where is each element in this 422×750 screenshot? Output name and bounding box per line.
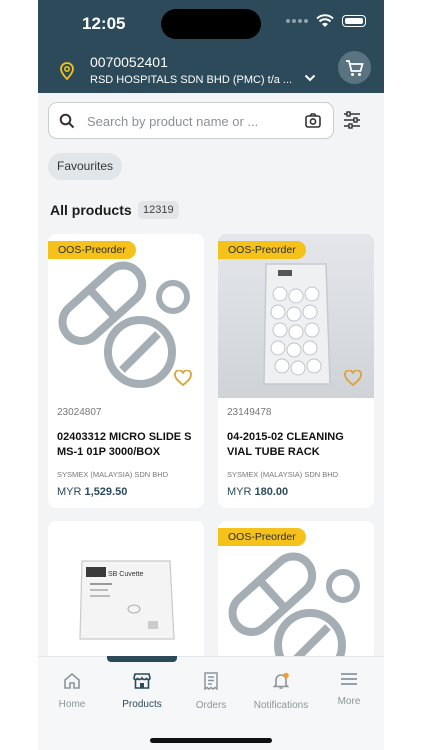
price-currency: MYR — [57, 486, 82, 498]
product-card[interactable]: SB Cuvette — [48, 521, 204, 661]
status-icons — [286, 14, 366, 28]
product-card[interactable]: OOS-Preorder 23024807 02403312 MICRO SLI… — [48, 234, 204, 508]
tab-label: Orders — [195, 700, 227, 711]
product-name[interactable]: 04-2015-02 CLEANING VIAL TUBE RACK — [227, 430, 369, 460]
account-name[interactable]: RSD HOSPITALS SDN BHD (PMC) t/a ... — [90, 74, 292, 86]
product-vendor: SYSMEX (MALAYSIA) SDN BHD — [57, 470, 169, 479]
tab-home[interactable]: Home — [42, 672, 102, 710]
tab-products[interactable]: Products — [112, 672, 172, 710]
cart-button[interactable] — [338, 51, 371, 84]
app-screen: 12:05 0070052401 RSD HOSPITALS SDN BHD (… — [38, 0, 384, 750]
storefront-icon — [133, 673, 151, 689]
box-label: SB Cuvette — [108, 571, 144, 578]
product-card[interactable]: OOS-Preorder — [218, 521, 374, 661]
favourite-heart-icon[interactable] — [174, 370, 192, 386]
product-sku: 23024807 — [57, 407, 102, 418]
product-card[interactable]: OOS-Preorder 23149478 04-2015-02 CLEANIN… — [218, 234, 374, 508]
tab-label: Products — [122, 699, 162, 710]
camera-icon[interactable] — [305, 113, 321, 128]
chevron-down-icon[interactable] — [304, 74, 316, 82]
filter-icon[interactable] — [343, 111, 361, 129]
product-price: MYR 1,529.50 — [57, 486, 127, 498]
product-sku: 23149478 — [227, 407, 272, 418]
tab-label: Home — [58, 699, 86, 710]
search-bar[interactable]: Search by product name or ... — [48, 102, 334, 139]
price-amount: 1,529.50 — [84, 486, 128, 498]
home-icon — [64, 672, 80, 689]
account-number[interactable]: 0070052401 — [90, 54, 168, 70]
dynamic-island — [161, 9, 261, 39]
product-count-badge: 12319 — [138, 201, 179, 219]
tab-notifications[interactable]: Notifications — [250, 672, 312, 711]
home-indicator — [150, 738, 272, 743]
oos-preorder-badge: OOS-Preorder — [218, 528, 306, 546]
product-image: SB Cuvette — [48, 521, 204, 661]
price-currency: MYR — [227, 486, 252, 498]
active-tab-indicator — [107, 656, 177, 662]
tab-more[interactable]: More — [319, 672, 379, 707]
cuvette-box-photo: SB Cuvette — [79, 560, 175, 640]
search-input[interactable]: Search by product name or ... — [87, 114, 258, 129]
status-time: 12:05 — [82, 14, 126, 33]
tab-orders[interactable]: Orders — [181, 672, 241, 711]
tab-label: More — [337, 696, 361, 707]
cart-icon — [346, 59, 364, 76]
battery-icon — [342, 15, 366, 27]
menu-icon — [341, 673, 357, 685]
bell-icon — [272, 672, 290, 689]
favourites-chip[interactable]: Favourites — [48, 153, 123, 180]
signal-icon — [286, 19, 308, 23]
app-header: 12:05 0070052401 RSD HOSPITALS SDN BHD (… — [38, 0, 384, 93]
product-name[interactable]: 02403312 MICRO SLIDE S MS-1 01P 3000/BOX — [57, 430, 199, 460]
oos-preorder-badge: OOS-Preorder — [48, 241, 136, 259]
receipt-icon — [204, 672, 218, 691]
search-icon — [59, 113, 75, 129]
location-pin-icon — [60, 62, 74, 80]
favourite-heart-icon[interactable] — [344, 370, 362, 386]
wifi-icon — [316, 14, 334, 27]
tab-label: Notifications — [253, 700, 309, 711]
oos-preorder-badge: OOS-Preorder — [218, 241, 306, 259]
section-title: All products — [50, 202, 132, 218]
product-price: MYR 180.00 — [227, 486, 288, 498]
price-amount: 180.00 — [254, 486, 289, 498]
product-vendor: SYSMEX (MALAYSIA) SDN BHD — [227, 470, 339, 479]
